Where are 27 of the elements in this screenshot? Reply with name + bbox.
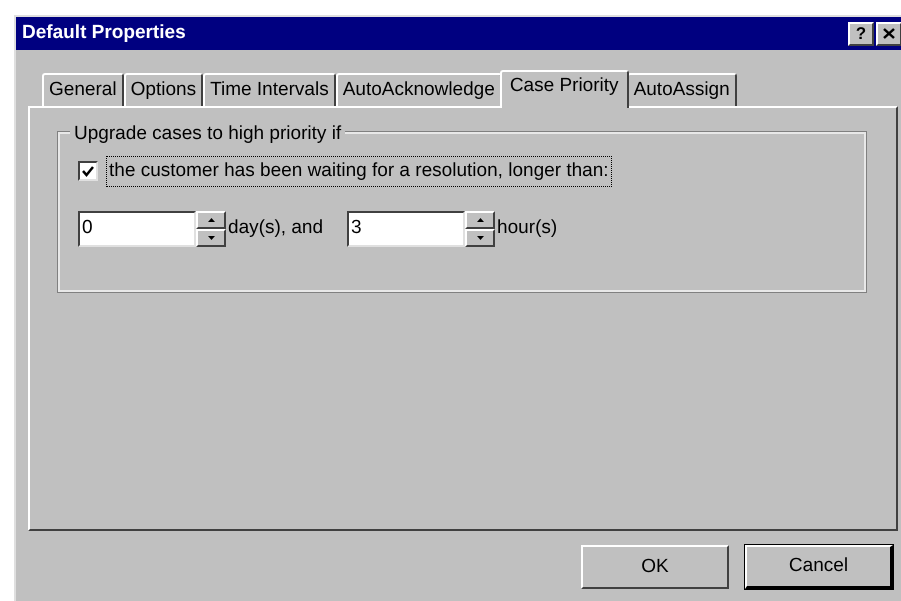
spin-up-button[interactable] bbox=[196, 210, 226, 228]
checkbox-label: the customer has been waiting for a resolution, longer than: bbox=[106, 156, 612, 186]
number-field[interactable]: 0 bbox=[78, 210, 196, 246]
dialog-button[interactable]: OK bbox=[581, 545, 729, 589]
close-icon bbox=[883, 28, 895, 39]
window-title: Default Properties bbox=[22, 21, 186, 46]
close-button[interactable] bbox=[876, 22, 901, 46]
help-button[interactable]: ? bbox=[848, 22, 874, 46]
tab[interactable]: Options bbox=[124, 73, 204, 106]
checkbox[interactable] bbox=[78, 161, 98, 182]
up-arrow-icon bbox=[208, 218, 214, 222]
tab[interactable]: Time Intervals bbox=[203, 73, 336, 106]
checkmark-icon bbox=[82, 166, 94, 177]
spin-up-button[interactable] bbox=[465, 210, 496, 228]
spin-down-button[interactable] bbox=[465, 228, 496, 246]
spin-down-button[interactable] bbox=[196, 228, 226, 246]
tab[interactable]: General bbox=[42, 73, 124, 106]
tab[interactable]: Case Priority bbox=[500, 70, 629, 108]
tab[interactable]: AutoAssign bbox=[626, 73, 737, 106]
up-arrow-icon bbox=[476, 218, 484, 222]
unit-label: day(s), and bbox=[228, 216, 324, 240]
tab[interactable]: AutoAcknowledge bbox=[336, 73, 502, 106]
down-arrow-icon bbox=[208, 236, 214, 240]
dialog-button[interactable]: Cancel bbox=[745, 545, 893, 589]
number-field[interactable]: 3 bbox=[347, 210, 466, 246]
unit-label: hour(s) bbox=[497, 216, 558, 240]
down-arrow-icon bbox=[476, 236, 484, 240]
